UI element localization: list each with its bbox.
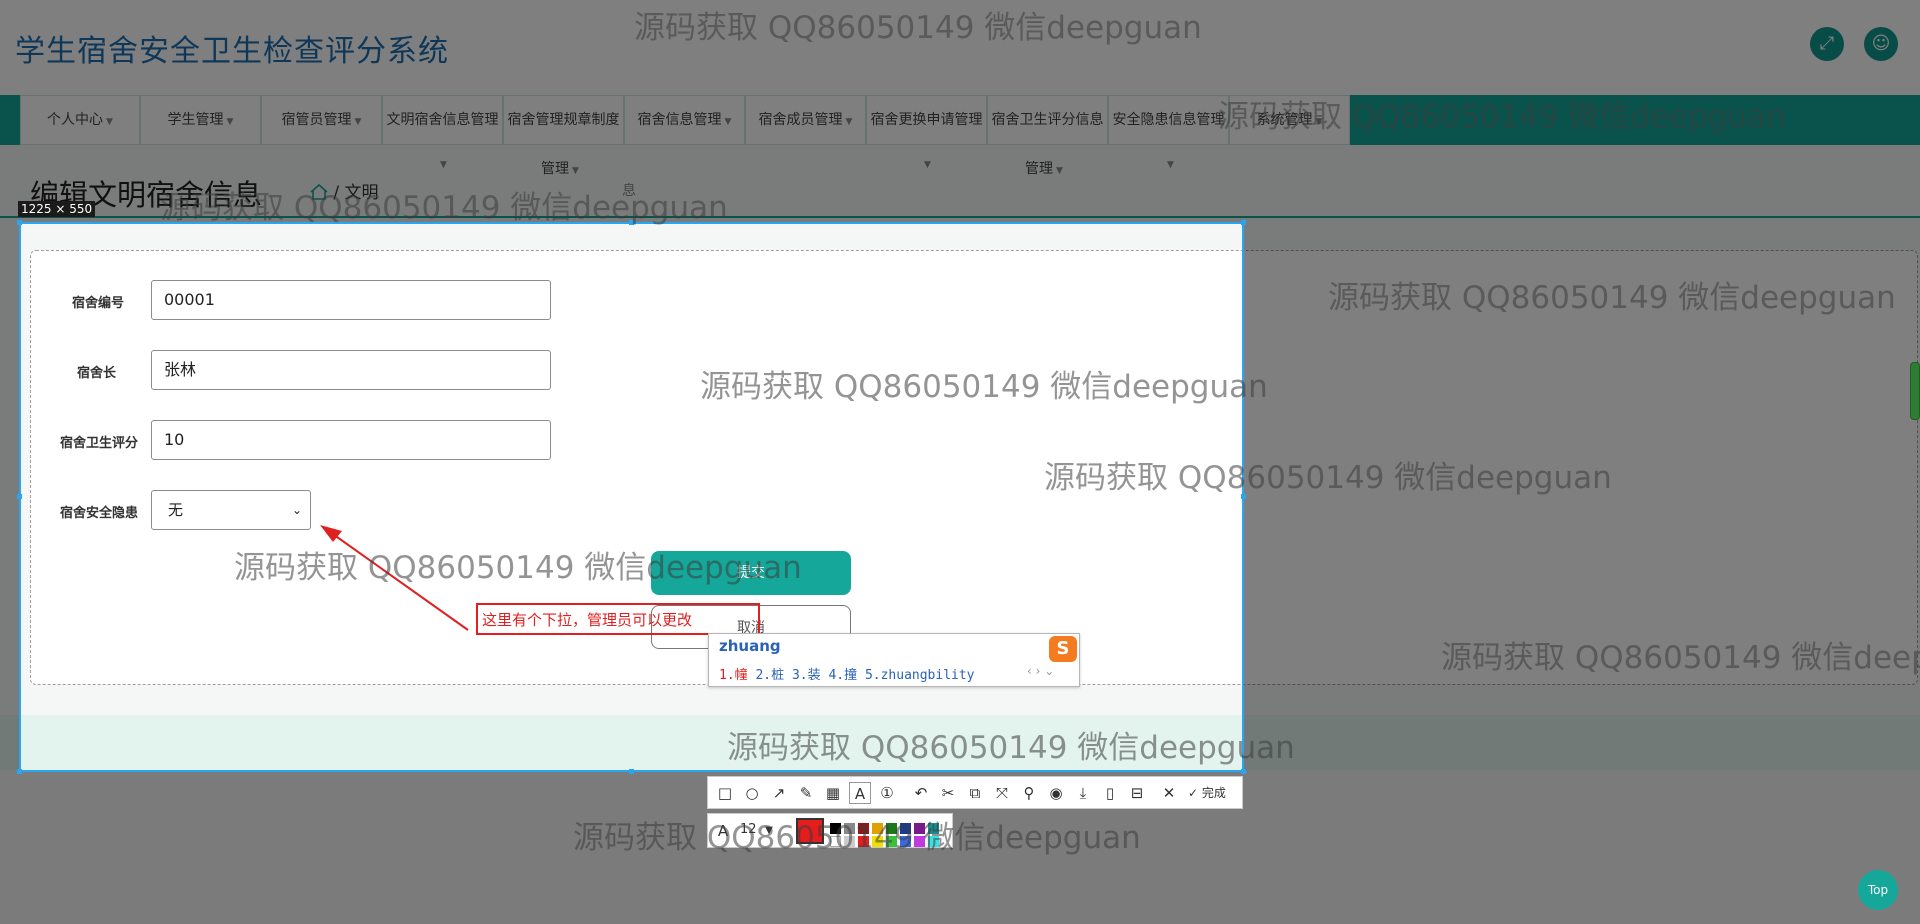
phone-icon[interactable]: ▯ — [1099, 782, 1121, 804]
undo-icon[interactable]: ↶ — [910, 782, 932, 804]
resize-handle[interactable] — [17, 769, 22, 774]
ocr-icon[interactable]: ✂ — [937, 782, 959, 804]
watermark: 源码获取 QQ86050149 微信deepguan — [1044, 460, 1612, 496]
watermark: 源码获取 QQ86050149 微信deepguan — [1441, 640, 1920, 676]
resize-handle[interactable] — [17, 220, 22, 225]
pen-icon[interactable]: ✎ — [795, 782, 817, 804]
watermark: 源码获取 QQ86050149 微信deepguan — [1218, 99, 1786, 135]
screenshot-toolbar: □ ○ ↗ ✎ ▦ A ① ↶ ✂ ⧉ ⤧ ⚲ ◉ ⤓ ▯ ⊟ ✕ ✓ 完成 — [707, 776, 1243, 809]
ime-candidate[interactable]: 5.zhuangbility — [865, 668, 975, 683]
ime-candidate[interactable]: 3.装 — [792, 668, 821, 683]
check-icon: ✓ — [1188, 786, 1199, 800]
resize-handle[interactable] — [1241, 220, 1246, 225]
arrow-icon[interactable]: ↗ — [768, 782, 790, 804]
watermark: 源码获取 QQ86050149 微信deepguan — [727, 730, 1295, 766]
selection-size-badge: 1225 × 550 — [18, 201, 96, 217]
text-tool-icon[interactable]: A — [849, 782, 871, 804]
pin-icon[interactable]: ⚲ — [1018, 782, 1040, 804]
ime-logo-icon: S — [1049, 636, 1077, 662]
done-label: 完成 — [1201, 786, 1226, 800]
ime-candidate[interactable]: 1.幢 — [719, 668, 748, 683]
record-icon[interactable]: ◉ — [1045, 782, 1067, 804]
long-capture-icon[interactable]: ⤧ — [991, 782, 1013, 804]
watermark: 源码获取 QQ86050149 微信deepguan — [634, 10, 1202, 46]
ellipse-icon[interactable]: ○ — [741, 782, 763, 804]
ime-candidate[interactable]: 2.桩 — [755, 668, 784, 683]
ime-candidate[interactable]: 4.撞 — [828, 668, 857, 683]
number-marker-icon[interactable]: ① — [876, 782, 898, 804]
close-icon[interactable]: ✕ — [1158, 782, 1180, 804]
resize-handle[interactable] — [17, 494, 22, 499]
rectangle-icon[interactable]: □ — [714, 782, 736, 804]
ime-candidate-window: zhuang S 1.幢 2.桩 3.装 4.撞 5.zhuangbility … — [708, 633, 1080, 687]
watermark: 源码获取 QQ86050149 微信deepguan — [160, 190, 728, 226]
download-icon[interactable]: ⤓ — [1072, 782, 1094, 804]
ime-pinyin: zhuang — [719, 637, 781, 655]
watermark: 源码获取 QQ86050149 微信deepguan — [1328, 280, 1896, 316]
annotation-text: 这里有个下拉，管理员可以更改 — [482, 611, 693, 629]
ime-candidates: 1.幢 2.桩 3.装 4.撞 5.zhuangbility — [719, 664, 975, 683]
scrollbar-thumb[interactable] — [1910, 362, 1920, 420]
watermark: 源码获取 QQ86050149 微信deepguan — [573, 820, 1141, 856]
capture-selection[interactable] — [19, 222, 1244, 772]
watermark: 源码获取 QQ86050149 微信deepguan — [700, 369, 1268, 405]
done-button[interactable]: ✓ 完成 — [1188, 782, 1226, 804]
back-to-top-button[interactable]: Top — [1858, 870, 1898, 910]
resize-handle[interactable] — [629, 769, 634, 774]
ime-page-nav[interactable]: ‹ › ⌄ — [1027, 664, 1054, 678]
mosaic-icon[interactable]: ▦ — [822, 782, 844, 804]
watermark: 源码获取 QQ86050149 微信deepguan — [234, 550, 802, 586]
resize-handle[interactable] — [1241, 769, 1246, 774]
bookmark-icon[interactable]: ⊟ — [1126, 782, 1148, 804]
translate-icon[interactable]: ⧉ — [964, 782, 986, 804]
